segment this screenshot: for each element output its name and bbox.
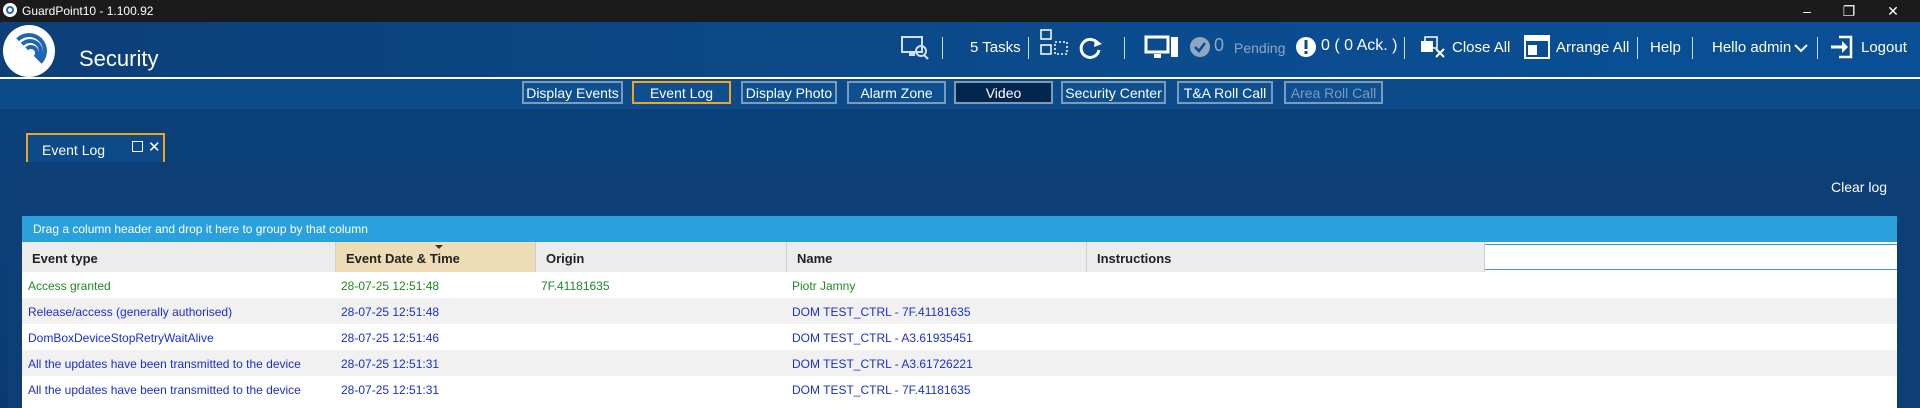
arrange-all-button[interactable]: Arrange All	[1556, 39, 1629, 56]
cell-datetime: 28-07-25 12:51:48	[341, 279, 440, 293]
popout-icon[interactable]	[132, 141, 143, 152]
cell-name: DOM TEST_CTRL - A3.61935451	[792, 331, 973, 345]
check-circle-icon	[1190, 37, 1210, 57]
header-separator	[1692, 37, 1693, 59]
cell-datetime: 28-07-25 12:51:31	[341, 357, 440, 371]
app-icon	[3, 3, 17, 17]
table-row[interactable]: Release/access (generally authorised) 28…	[22, 298, 1897, 324]
cell-name: DOM TEST_CTRL - 7F.41181635	[792, 383, 971, 397]
cell-event-type: All the updates have been transmitted to…	[28, 357, 301, 371]
column-header-filler	[1485, 244, 1897, 270]
window-titlebar: GuardPoint10 - 1.100.92 – ❐ ✕	[0, 0, 1920, 22]
minimize-button[interactable]: –	[1784, 0, 1830, 22]
table-row[interactable]: All the updates have been transmitted to…	[22, 350, 1897, 376]
cell-name: DOM TEST_CTRL - 7F.41181635	[792, 305, 971, 319]
nav-video[interactable]: Video	[954, 81, 1053, 104]
group-by-hint: Drag a column header and drop it here to…	[33, 222, 368, 236]
cell-datetime: 28-07-25 12:51:48	[341, 305, 440, 319]
nav-security-center[interactable]: Security Center	[1061, 81, 1166, 104]
logout-icon	[1831, 35, 1853, 59]
event-grid: Event type Event Date & Time Origin Name…	[22, 242, 1897, 408]
app-logo	[3, 25, 55, 77]
cell-event-type: All the updates have been transmitted to…	[28, 383, 301, 397]
column-header-name[interactable]: Name	[787, 242, 1087, 272]
group-by-panel[interactable]: Drag a column header and drop it here to…	[22, 216, 1897, 242]
nav-alarm-zone[interactable]: Alarm Zone	[847, 81, 946, 104]
cell-datetime: 28-07-25 12:51:46	[341, 331, 440, 345]
cell-event-type: Access granted	[28, 279, 111, 293]
logout-button[interactable]: Logout	[1861, 39, 1907, 56]
nav-ta-roll-call[interactable]: T&A Roll Call	[1177, 81, 1273, 104]
header-separator	[1404, 37, 1405, 59]
help-link[interactable]: Help	[1650, 39, 1681, 56]
app-title: Security	[79, 46, 159, 71]
window-title: GuardPoint10 - 1.100.92	[22, 4, 154, 18]
header-separator	[942, 37, 943, 59]
cell-event-type: DomBoxDeviceStopRetryWaitAlive	[28, 331, 214, 345]
cell-name: Piotr Jamny	[792, 279, 856, 293]
chevron-down-icon[interactable]	[1794, 43, 1808, 53]
pending-count: 0	[1214, 35, 1225, 55]
tab-label: Event Log	[42, 142, 106, 158]
close-window-button[interactable]: ✕	[1870, 0, 1916, 22]
nav-event-log[interactable]: Event Log	[632, 81, 731, 104]
close-all-icon	[1421, 36, 1445, 58]
tasks-button[interactable]: 5 Tasks	[970, 39, 1021, 56]
acknowledge-counter[interactable]: 0 ( 0 Ack. )	[1321, 37, 1397, 55]
column-header-event-datetime[interactable]: Event Date & Time	[336, 242, 536, 272]
close-tab-icon[interactable]: ✕	[148, 138, 161, 156]
monitors-icon[interactable]	[1144, 34, 1180, 62]
nav-display-photo[interactable]: Display Photo	[741, 81, 837, 104]
column-header-instructions[interactable]: Instructions	[1087, 242, 1485, 272]
cell-origin: 7F.41181635	[541, 279, 610, 293]
cell-datetime: 28-07-25 12:51:31	[341, 383, 440, 397]
header-separator	[1637, 37, 1638, 59]
arrange-all-icon	[1524, 35, 1550, 59]
table-row[interactable]: All the updates have been transmitted to…	[22, 376, 1897, 402]
column-header-origin[interactable]: Origin	[536, 242, 787, 272]
table-row[interactable]: Access granted 28-07-25 12:51:48 7F.4118…	[22, 272, 1897, 298]
nav-display-events[interactable]: Display Events	[522, 81, 623, 104]
header-separator	[1028, 37, 1029, 59]
alert-circle-icon[interactable]	[1295, 36, 1317, 58]
restore-button[interactable]: ❐	[1826, 0, 1872, 22]
tab-event-log[interactable]: Event Log ✕	[26, 133, 165, 163]
refresh-icon[interactable]	[1077, 35, 1103, 61]
nav-area-roll-call[interactable]: Area Roll Call	[1284, 81, 1383, 104]
sort-descending-icon	[435, 245, 443, 249]
app-header: Security 5 Tasks 0 Pending 0 ( 0 Ack. )	[0, 22, 1920, 80]
cell-event-type: Release/access (generally authorised)	[28, 305, 233, 319]
clear-log-button[interactable]: Clear log	[1831, 179, 1887, 195]
monitor-search-icon[interactable]	[900, 34, 930, 62]
column-header-event-type[interactable]: Event type	[22, 242, 336, 272]
table-row[interactable]: DomBoxDeviceStopRetryWaitAlive 28-07-25 …	[22, 324, 1897, 350]
module-nav: Display Events Event Log Display Photo A…	[0, 79, 1920, 109]
header-separator	[1817, 37, 1818, 59]
user-menu[interactable]: Hello admin	[1712, 39, 1791, 56]
close-all-button[interactable]: Close All	[1452, 39, 1510, 56]
pending-label: Pending	[1234, 40, 1286, 56]
cell-name: DOM TEST_CTRL - A3.61726221	[792, 357, 973, 371]
header-separator	[1124, 37, 1125, 59]
window-layout-icon[interactable]	[1039, 28, 1069, 58]
